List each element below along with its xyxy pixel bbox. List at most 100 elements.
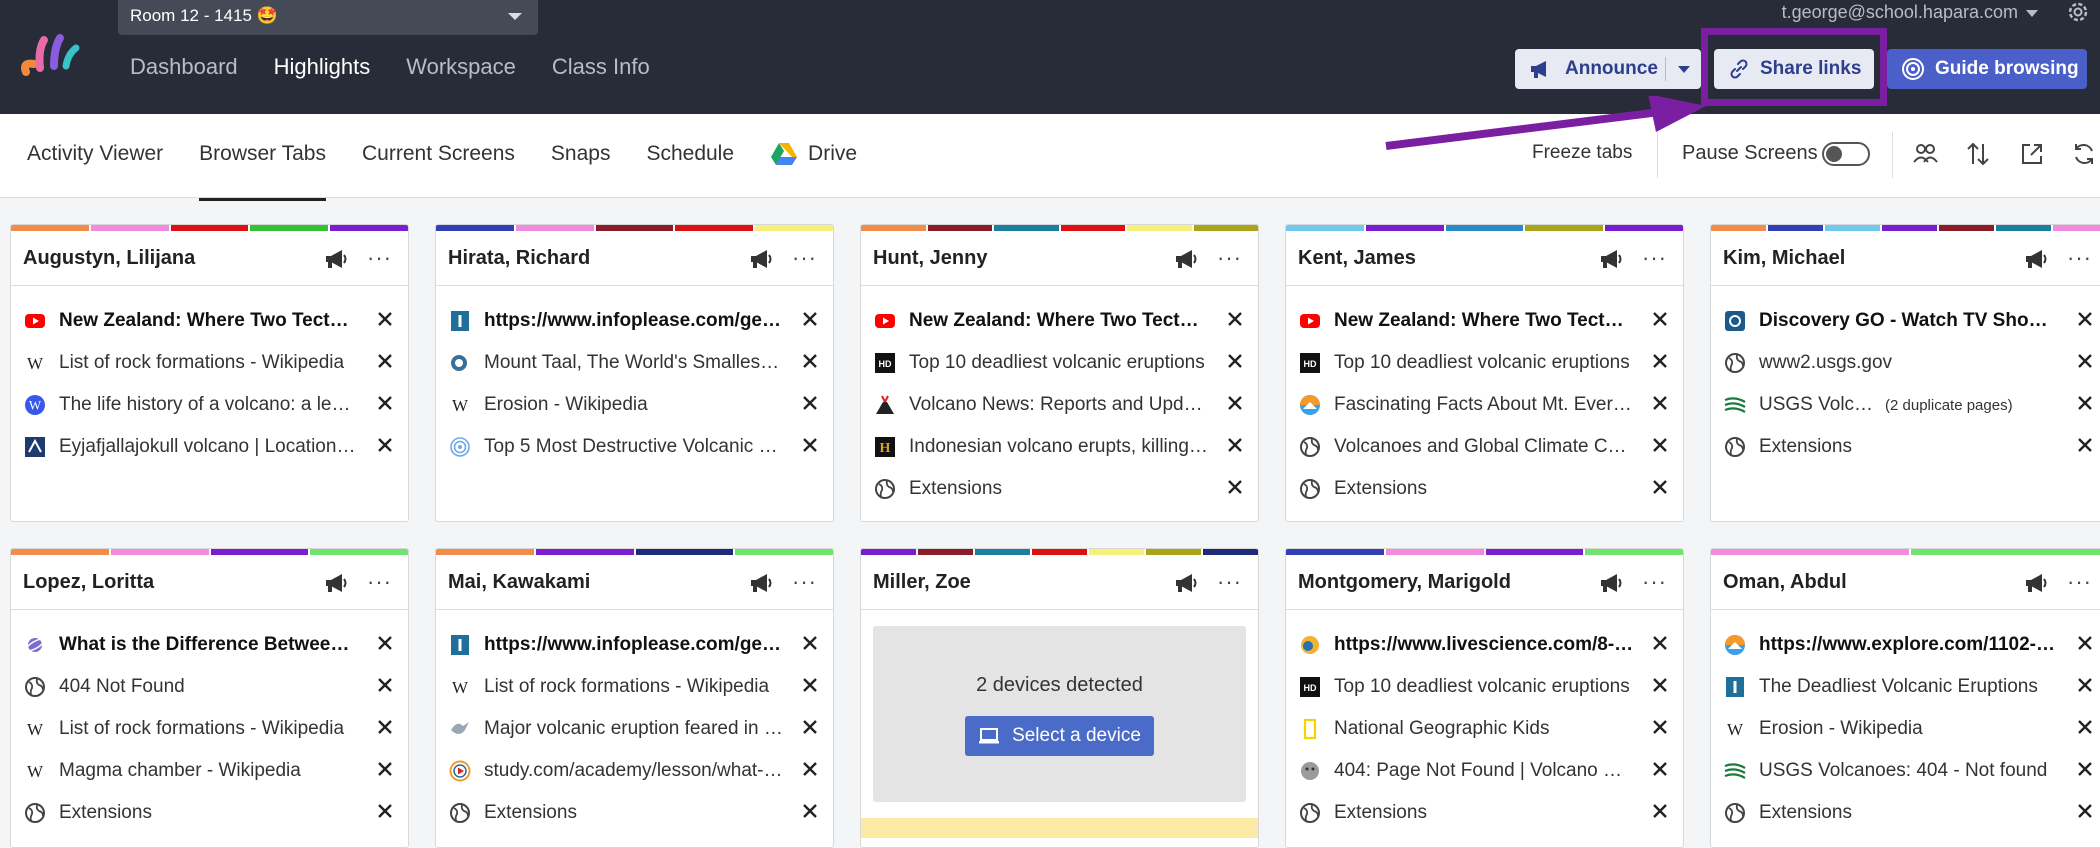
close-icon[interactable] (801, 310, 819, 328)
megaphone-icon[interactable] (1599, 573, 1623, 593)
browser-tab-item[interactable]: WList of rock formations - Wikipedia (23, 708, 396, 750)
megaphone-icon[interactable] (1174, 249, 1198, 269)
close-icon[interactable] (1651, 760, 1669, 778)
nav-workspace[interactable]: Workspace (406, 54, 516, 80)
browser-tab-item[interactable]: 404: Page Not Found | Volcano World (1298, 750, 1671, 792)
close-icon[interactable] (801, 760, 819, 778)
close-icon[interactable] (376, 310, 394, 328)
nav-class-info[interactable]: Class Info (552, 54, 650, 80)
browser-tab-item[interactable]: https://www.infoplease.com/geography (448, 300, 821, 342)
browser-tab-item[interactable]: Mount Taal, The World's Smallest Volcano (448, 342, 821, 384)
browser-tab-item[interactable]: Extensions (1298, 468, 1671, 510)
close-icon[interactable] (801, 718, 819, 736)
close-icon[interactable] (376, 634, 394, 652)
pause-screens-toggle[interactable] (1822, 142, 1870, 166)
megaphone-icon[interactable] (2024, 573, 2048, 593)
browser-tab-item[interactable]: https://www.explore.com/1102-volcanoes (1723, 624, 2096, 666)
close-icon[interactable] (376, 718, 394, 736)
browser-tab-item[interactable]: WList of rock formations - Wikipedia (448, 666, 821, 708)
close-icon[interactable] (376, 394, 394, 412)
browser-tab-item[interactable]: New Zealand: Where Two Tectonic Plates M… (23, 300, 396, 342)
close-icon[interactable] (2076, 436, 2094, 454)
close-icon[interactable] (376, 802, 394, 820)
close-icon[interactable] (376, 676, 394, 694)
open-external-icon[interactable] (2018, 140, 2046, 168)
tab-current-screens[interactable]: Current Screens (362, 142, 515, 166)
guide-browsing-button[interactable]: Guide browsing (1887, 49, 2087, 89)
browser-tab-item[interactable]: Extensions (448, 792, 821, 834)
close-icon[interactable] (1226, 394, 1244, 412)
close-icon[interactable] (801, 436, 819, 454)
browser-tab-item[interactable]: The Deadliest Volcanic Eruptions (1723, 666, 2096, 708)
close-icon[interactable] (1651, 802, 1669, 820)
chevron-down-icon[interactable] (1678, 66, 1690, 73)
more-options-icon[interactable]: ··· (792, 245, 817, 271)
browser-tab-item[interactable]: USGS Volcanoes: ...(2 duplicate pages) (1723, 384, 2096, 426)
megaphone-icon[interactable] (324, 573, 348, 593)
nav-dashboard[interactable]: Dashboard (130, 54, 238, 80)
megaphone-icon[interactable] (749, 573, 773, 593)
close-icon[interactable] (376, 760, 394, 778)
gear-icon[interactable] (2066, 0, 2090, 24)
more-options-icon[interactable]: ··· (1217, 245, 1242, 271)
close-icon[interactable] (1651, 436, 1669, 454)
browser-tab-item[interactable]: HDTop 10 deadliest volcanic eruptions (873, 342, 1246, 384)
browser-tab-item[interactable]: WList of rock formations - Wikipedia (23, 342, 396, 384)
tab-schedule[interactable]: Schedule (646, 142, 734, 166)
close-icon[interactable] (2076, 394, 2094, 412)
browser-tab-item[interactable]: 404 Not Found (23, 666, 396, 708)
group-icon[interactable] (1911, 140, 1939, 168)
close-icon[interactable] (1651, 394, 1669, 412)
close-icon[interactable] (1651, 676, 1669, 694)
close-icon[interactable] (1651, 310, 1669, 328)
user-menu[interactable]: t.george@school.hapara.com (1782, 2, 2038, 23)
browser-tab-item[interactable]: Discovery GO - Watch TV Shows Online (1723, 300, 2096, 342)
browser-tab-item[interactable]: New Zealand: Where Two Tectonic Plates M… (1298, 300, 1671, 342)
tab-browser-tabs[interactable]: Browser Tabs (199, 142, 326, 166)
refresh-icon[interactable] (2070, 140, 2098, 168)
close-icon[interactable] (376, 436, 394, 454)
browser-tab-item[interactable]: USGS Volcanoes: 404 - Not found (1723, 750, 2096, 792)
browser-tab-item[interactable]: Extensions (873, 468, 1246, 510)
browser-tab-item[interactable]: Volcano News: Reports and Updates (873, 384, 1246, 426)
more-options-icon[interactable]: ··· (1217, 569, 1242, 595)
class-select[interactable]: Room 12 - 1415 🤩 (118, 0, 538, 35)
browser-tab-item[interactable]: Extensions (1723, 792, 2096, 834)
hapara-logo-icon[interactable] (20, 32, 82, 78)
browser-tab-item[interactable]: National Geographic Kids (1298, 708, 1671, 750)
close-icon[interactable] (2076, 310, 2094, 328)
sort-icon[interactable] (1964, 140, 1992, 168)
megaphone-icon[interactable] (1599, 249, 1623, 269)
close-icon[interactable] (2076, 760, 2094, 778)
close-icon[interactable] (801, 676, 819, 694)
close-icon[interactable] (1651, 478, 1669, 496)
close-icon[interactable] (801, 634, 819, 652)
browser-tab-item[interactable]: study.com/academy/lesson/what-is-a-volca… (448, 750, 821, 792)
browser-tab-item[interactable]: Fascinating Facts About Mt. Everest (1298, 384, 1671, 426)
more-options-icon[interactable]: ··· (1642, 569, 1667, 595)
browser-tab-item[interactable]: Eyjafjallajokull volcano | Location, Eru… (23, 426, 396, 468)
nav-highlights[interactable]: Highlights (274, 54, 371, 80)
announce-button[interactable]: Announce (1515, 49, 1701, 89)
browser-tab-item[interactable]: WErosion - Wikipedia (1723, 708, 2096, 750)
close-icon[interactable] (801, 802, 819, 820)
browser-tab-item[interactable]: HDTop 10 deadliest volcanic eruptions (1298, 342, 1671, 384)
browser-tab-item[interactable]: New Zealand: Where Two Tectonic Plates M… (873, 300, 1246, 342)
browser-tab-item[interactable]: WErosion - Wikipedia (448, 384, 821, 426)
tab-snaps[interactable]: Snaps (551, 142, 611, 166)
close-icon[interactable] (1226, 310, 1244, 328)
browser-tab-item[interactable]: Extensions (23, 792, 396, 834)
browser-tab-item[interactable]: https://www.livescience.com/8-volcanoes (1298, 624, 1671, 666)
megaphone-icon[interactable] (1174, 573, 1198, 593)
close-icon[interactable] (801, 352, 819, 370)
browser-tab-item[interactable]: Major volcanic eruption feared in Icelan… (448, 708, 821, 750)
close-icon[interactable] (1226, 478, 1244, 496)
more-options-icon[interactable]: ··· (1642, 245, 1667, 271)
megaphone-icon[interactable] (2024, 249, 2048, 269)
browser-tab-item[interactable]: HIndonesian volcano erupts, killing seve… (873, 426, 1246, 468)
browser-tab-item[interactable]: Volcanoes and Global Climate Change (1298, 426, 1671, 468)
browser-tab-item[interactable]: https://www.infoplease.com/geography (448, 624, 821, 666)
browser-tab-item[interactable]: Extensions (1723, 426, 2096, 468)
megaphone-icon[interactable] (749, 249, 773, 269)
close-icon[interactable] (1651, 718, 1669, 736)
